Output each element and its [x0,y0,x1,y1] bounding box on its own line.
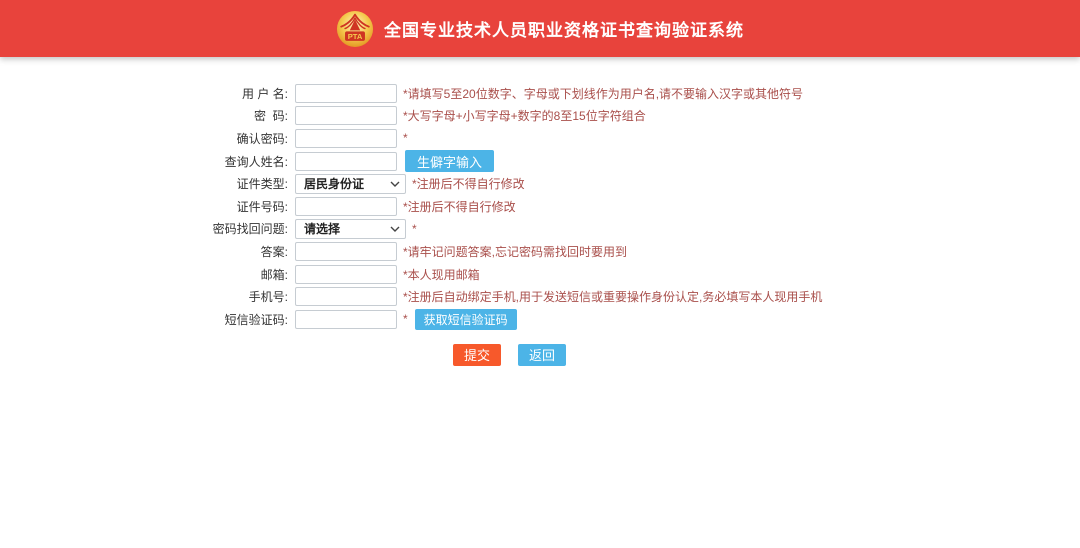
recovery-question-label: 密码找回问题: [212,222,288,237]
email-label: 邮箱: [260,267,288,282]
get-sms-code-button[interactable]: 获取短信验证码 [414,308,517,330]
email-input[interactable] [295,264,397,284]
row-recovery-question: 密码找回问题: 请选择 * [158,218,1080,241]
registration-form: 用 户 名: *请填写5至20位数字、字母或下划线作为用户名,请不要输入汉字或其… [0,82,1080,366]
email-hint: *本人现用邮箱 [403,267,480,282]
page: PTA 全国专业技术人员职业资格证书查询验证系统 用 户 名: *请填写5至20… [0,0,1080,548]
chevron-down-icon [390,181,400,187]
sms-code-label: 短信验证码: [224,312,288,327]
rare-character-input-button[interactable]: 生僻字输入 [405,150,495,173]
page-title: 全国专业技术人员职业资格证书查询验证系统 [384,21,744,40]
pta-logo-icon: PTA [336,10,374,47]
logo-text: PTA [348,31,363,40]
confirm-password-label: 确认密码: [236,131,288,146]
id-type-selected-value: 居民身份证 [304,177,365,192]
query-name-input[interactable] [295,151,397,171]
row-answer: 答案: *请牢记问题答案,忘记密码需找回时要用到 [158,240,1080,263]
row-username: 用 户 名: *请填写5至20位数字、字母或下划线作为用户名,请不要输入汉字或其… [158,82,1080,105]
id-type-hint: *注册后不得自行修改 [412,177,525,192]
confirm-password-hint: * [403,131,408,146]
id-type-select[interactable]: 居民身份证 [295,173,406,194]
id-type-label: 证件类型: [236,177,288,192]
query-name-label: 查询人姓名: [224,154,288,169]
row-mobile: 手机号: *注册后自动绑定手机,用于发送短信或重要操作身份认定,务必填写本人现用… [158,285,1080,308]
sms-code-input[interactable] [295,309,397,329]
recovery-question-selected-value: 请选择 [304,222,341,237]
password-label: 密 码: [253,109,288,124]
password-input[interactable] [295,106,397,126]
header-bar: PTA 全国专业技术人员职业资格证书查询验证系统 [0,0,1080,57]
mobile-label: 手机号: [248,290,288,305]
row-query-name: 查询人姓名: 生僻字输入 [158,150,1080,173]
answer-hint: *请牢记问题答案,忘记密码需找回时要用到 [403,244,628,259]
id-number-hint: *注册后不得自行修改 [403,199,516,214]
recovery-question-hint: * [412,221,417,236]
answer-input[interactable] [295,241,397,261]
submit-button[interactable]: 提交 [453,343,502,366]
back-button[interactable]: 返回 [518,343,567,366]
password-hint: *大写字母+小写字母+数字的8至15位字符组合 [403,109,646,124]
answer-label: 答案: [260,244,288,259]
username-input[interactable] [295,83,397,103]
row-password: 密 码: *大写字母+小写字母+数字的8至15位字符组合 [158,105,1080,128]
id-number-input[interactable] [295,196,397,216]
mobile-hint: *注册后自动绑定手机,用于发送短信或重要操作身份认定,务必填写本人现用手机 [403,290,823,305]
recovery-question-select[interactable]: 请选择 [295,218,406,239]
row-email: 邮箱: *本人现用邮箱 [158,263,1080,286]
row-id-number: 证件号码: *注册后不得自行修改 [158,195,1080,218]
username-hint: *请填写5至20位数字、字母或下划线作为用户名,请不要输入汉字或其他符号 [403,86,804,101]
form-actions: 提交 返回 [158,343,1080,366]
id-number-label: 证件号码: [236,199,288,214]
chevron-down-icon [390,226,400,232]
row-id-type: 证件类型: 居民身份证 *注册后不得自行修改 [158,172,1080,195]
sms-code-hint: * [403,312,408,327]
row-sms-code: 短信验证码: * 获取短信验证码 [158,308,1080,331]
mobile-input[interactable] [295,287,397,307]
username-label: 用 户 名: [241,86,288,101]
row-confirm-password: 确认密码: * [158,127,1080,150]
confirm-password-input[interactable] [295,128,397,148]
